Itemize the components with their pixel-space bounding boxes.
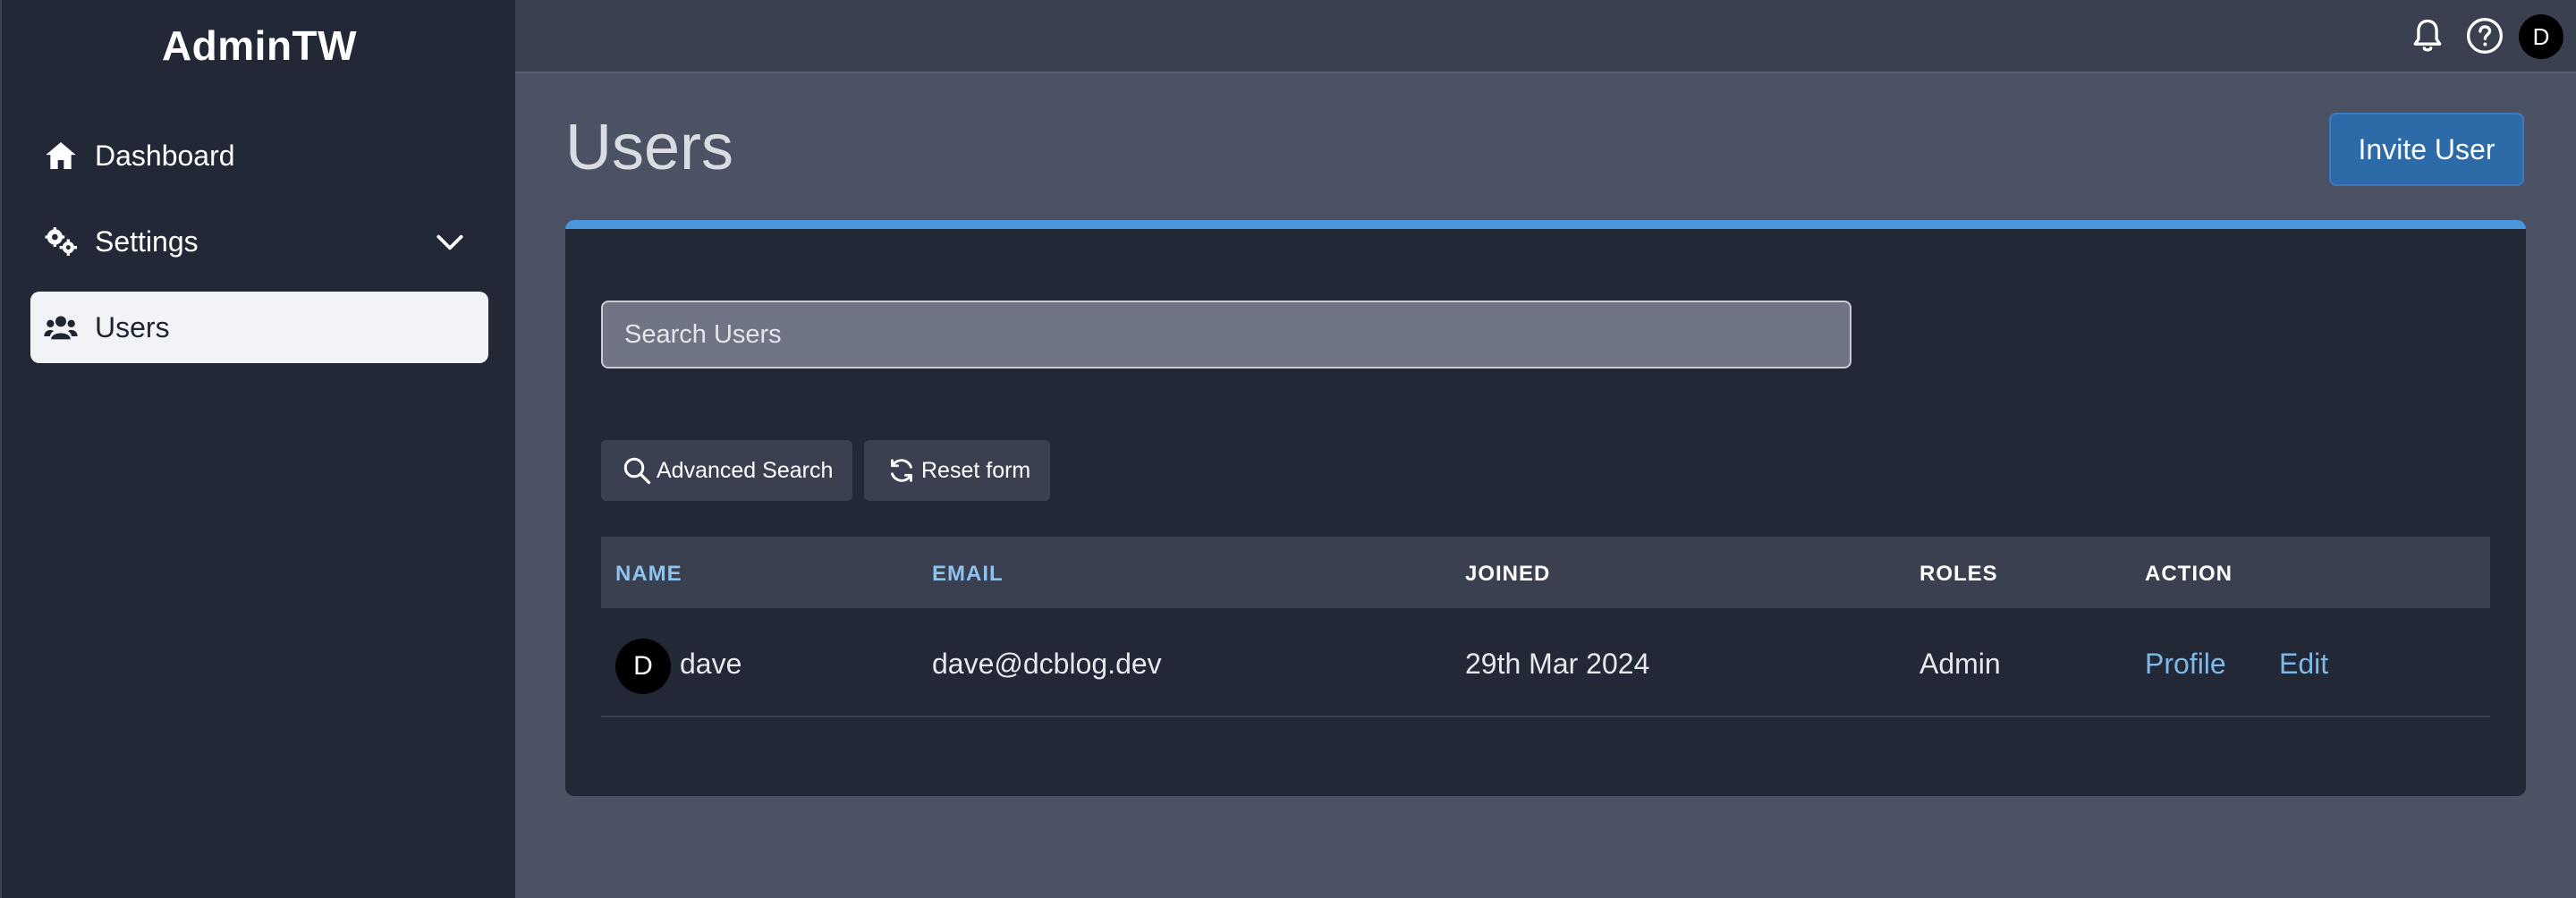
column-header-name[interactable]: NAME xyxy=(615,562,682,587)
sidebar: AdminTW Dashboard Settings Users xyxy=(0,0,515,898)
user-joined-date: 29th Mar 2024 xyxy=(1465,648,1650,680)
reset-form-button[interactable]: Reset form xyxy=(864,440,1051,501)
user-role: Admin xyxy=(1919,648,2001,680)
sidebar-item-settings[interactable]: Settings xyxy=(30,206,488,277)
app-root: AdminTW Dashboard Settings Users D Users… xyxy=(0,0,2576,898)
avatar[interactable]: D xyxy=(2519,14,2563,59)
bell-icon[interactable] xyxy=(2406,14,2449,57)
sidebar-item-label: Users xyxy=(95,310,170,343)
users-card: Advanced Search Reset form NAME EMAIL JO… xyxy=(565,220,2526,796)
card-accent-bar xyxy=(565,220,2526,229)
column-header-roles: ROLES xyxy=(1919,562,1998,586)
chevron-down-icon[interactable] xyxy=(433,225,467,259)
page-title: Users xyxy=(565,112,734,183)
gears-icon xyxy=(43,224,79,259)
help-icon[interactable] xyxy=(2463,14,2506,57)
profile-link[interactable]: Profile xyxy=(2145,648,2226,681)
search-input[interactable] xyxy=(601,301,1852,369)
column-header-action: ACTION xyxy=(2145,562,2233,586)
topbar: D xyxy=(515,0,2576,73)
user-name: dave xyxy=(680,648,742,680)
user-email: dave@dcblog.dev xyxy=(932,648,1162,680)
sidebar-item-label: Dashboard xyxy=(95,139,235,172)
sidebar-item-label: Settings xyxy=(95,224,199,258)
search-icon xyxy=(623,457,651,485)
users-icon xyxy=(43,309,79,345)
reset-form-label: Reset form xyxy=(921,457,1031,483)
home-icon xyxy=(43,138,79,174)
refresh-icon xyxy=(891,459,912,482)
edit-link[interactable]: Edit xyxy=(2279,648,2328,681)
avatar: D xyxy=(615,639,671,694)
table-row: D dave dave@dcblog.dev 29th Mar 2024 Adm… xyxy=(601,608,2490,717)
brand-logo[interactable]: AdminTW xyxy=(2,21,517,70)
advanced-search-button[interactable]: Advanced Search xyxy=(601,440,853,501)
sidebar-item-users[interactable]: Users xyxy=(30,292,488,363)
column-header-email[interactable]: EMAIL xyxy=(932,562,1004,587)
advanced-search-label: Advanced Search xyxy=(657,457,834,483)
invite-user-button[interactable]: Invite User xyxy=(2329,113,2524,186)
column-header-joined: JOINED xyxy=(1465,562,1551,586)
table-header: NAME EMAIL JOINED ROLES ACTION xyxy=(601,537,2490,608)
sidebar-item-dashboard[interactable]: Dashboard xyxy=(30,120,488,191)
